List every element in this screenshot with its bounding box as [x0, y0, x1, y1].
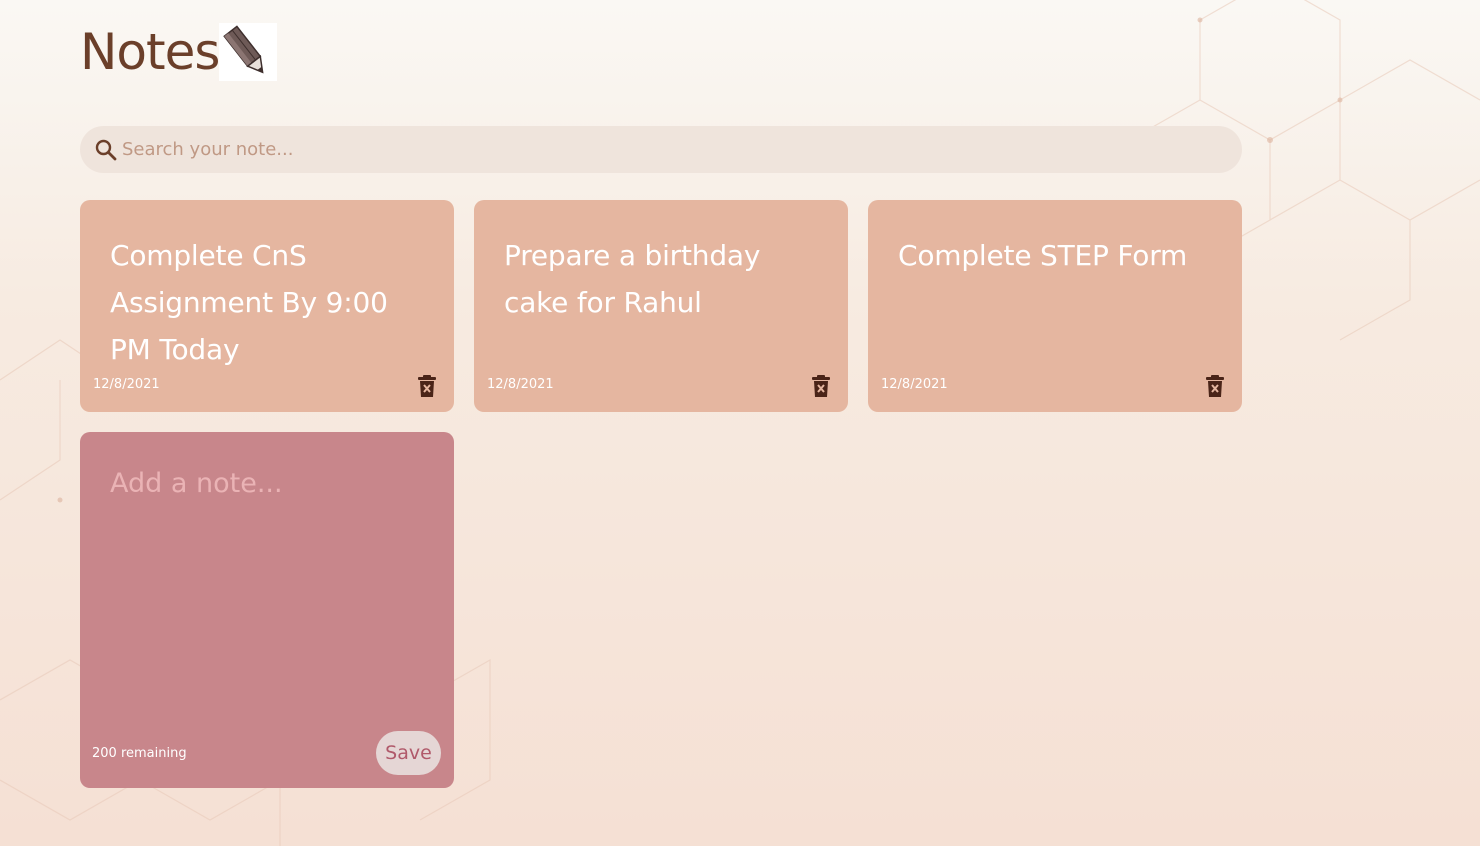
note-date: 12/8/2021: [881, 377, 948, 392]
pencil-icon: [219, 23, 278, 81]
trash-icon[interactable]: [811, 374, 831, 398]
new-note-card: 200 remaining Save: [80, 432, 454, 788]
note-text: Prepare a birthday cake for Rahul: [504, 239, 761, 319]
app-header: Notes: [80, 22, 278, 82]
note-text: Complete STEP Form: [898, 239, 1188, 272]
save-button[interactable]: Save: [376, 731, 441, 775]
note-date: 12/8/2021: [487, 377, 554, 392]
note-card: Complete STEP Form 12/8/2021: [868, 200, 1242, 412]
note-date: 12/8/2021: [93, 377, 160, 392]
note-card: Complete CnS Assignment By 9:00 PM Today…: [80, 200, 454, 412]
app-title: Notes: [80, 23, 220, 81]
trash-icon[interactable]: [1205, 374, 1225, 398]
note-text: Complete CnS Assignment By 9:00 PM Today: [110, 239, 388, 366]
remaining-count: 200 remaining: [92, 746, 187, 761]
trash-icon[interactable]: [417, 374, 437, 398]
search-icon: [95, 139, 117, 161]
new-note-input[interactable]: [110, 468, 430, 718]
search-input[interactable]: [122, 139, 1222, 160]
search-bar[interactable]: [80, 126, 1242, 173]
note-card: Prepare a birthday cake for Rahul 12/8/2…: [474, 200, 848, 412]
